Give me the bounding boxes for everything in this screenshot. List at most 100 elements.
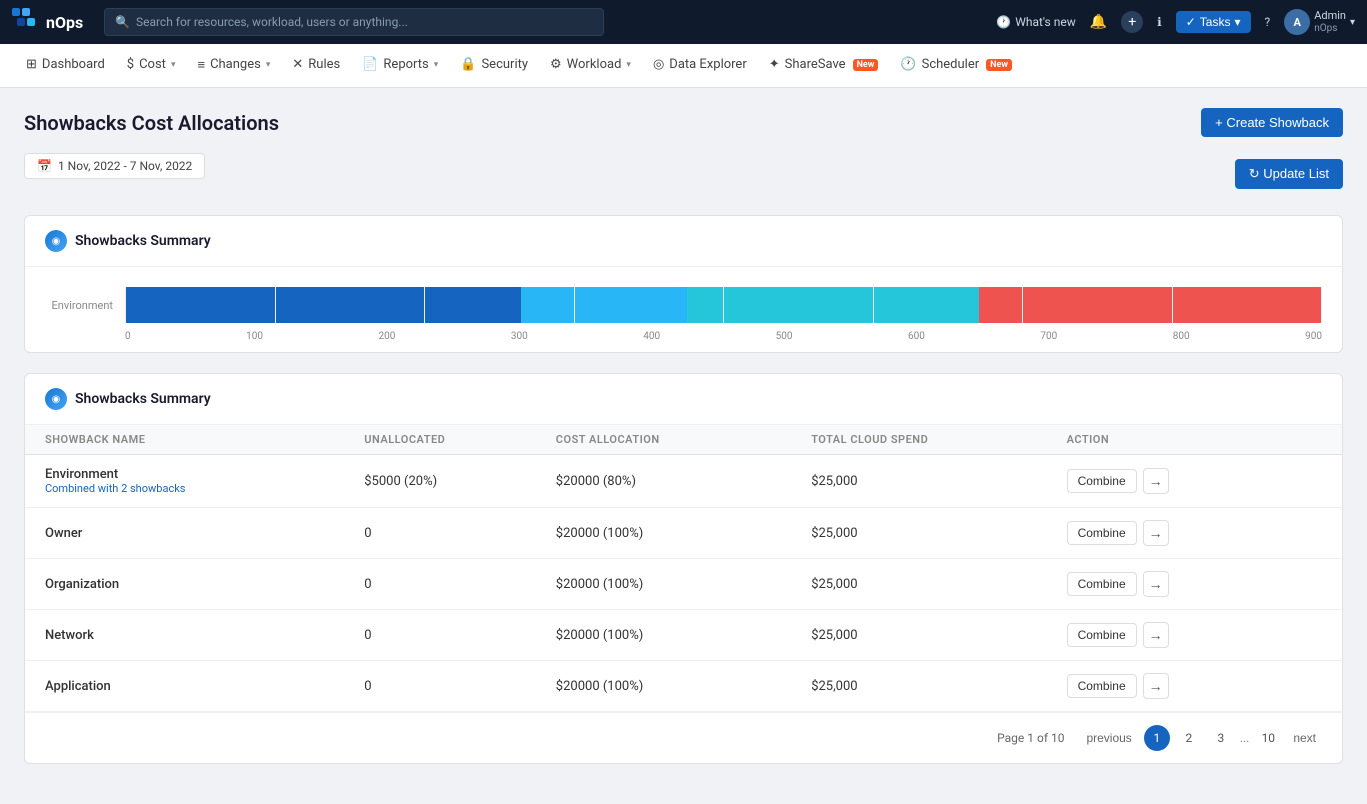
notification-btn[interactable]: 🔔	[1090, 14, 1107, 30]
cell-action-environment: Combine →	[1067, 468, 1322, 494]
date-range-selector[interactable]: 📅 1 Nov, 2022 - 7 Nov, 2022	[24, 153, 205, 179]
top-navigation: nOps 🔍 Search for resources, workload, u…	[0, 0, 1367, 44]
create-showback-button[interactable]: + Create Showback	[1201, 108, 1343, 137]
next-button[interactable]: next	[1287, 729, 1322, 747]
dashboard-icon: ⊞	[26, 57, 37, 72]
table-row: Owner 0 $20000 (100%) $25,000 Combine →	[25, 508, 1342, 559]
page-num-10[interactable]: 10	[1255, 725, 1281, 751]
cell-action-organization: Combine →	[1067, 571, 1322, 597]
bar-segment-blue	[125, 287, 521, 323]
combine-button-application[interactable]: Combine	[1067, 674, 1137, 698]
date-range-text: 1 Nov, 2022 - 7 Nov, 2022	[58, 159, 192, 173]
previous-button[interactable]: previous	[1080, 729, 1137, 747]
cell-cost-owner: $20000 (100%)	[556, 526, 811, 541]
menu-label-cost: Cost	[139, 57, 166, 72]
summary-icon: ◉	[52, 394, 61, 405]
cell-spend-network: $25,000	[811, 628, 1066, 643]
cell-spend-owner: $25,000	[811, 526, 1066, 541]
menu-label-reports: Reports	[383, 57, 428, 72]
summary-section-icon: ◉	[45, 388, 67, 410]
cost-caret: ▾	[171, 60, 176, 70]
search-icon: 🔍	[115, 15, 130, 29]
info-btn[interactable]: ℹ	[1157, 15, 1162, 29]
user-caret: ▾	[1350, 17, 1355, 28]
workload-icon: ⚙	[550, 57, 562, 72]
col-showback-name: SHOWBACK NAME	[45, 433, 364, 446]
combine-button-environment[interactable]: Combine	[1067, 469, 1137, 493]
logo[interactable]: nOps	[12, 8, 92, 36]
nav-right-actions: 🕐 What's new 🔔 + ℹ ✓ Tasks ▾ ? A Admin n…	[996, 9, 1355, 35]
page-num-3[interactable]: 3	[1208, 725, 1234, 751]
tasks-button[interactable]: ✓ Tasks ▾	[1176, 11, 1251, 33]
calendar-icon: 📅	[37, 159, 52, 173]
help-icon: ?	[1265, 15, 1271, 29]
cell-unallocated-network: 0	[364, 628, 556, 643]
menu-label-workload: Workload	[567, 57, 622, 72]
combine-button-owner[interactable]: Combine	[1067, 521, 1137, 545]
combine-button-network[interactable]: Combine	[1067, 623, 1137, 647]
menu-label-scheduler: Scheduler	[922, 57, 980, 72]
bar-segment-red	[979, 287, 1322, 323]
menu-item-scheduler[interactable]: 🕐 Scheduler New	[890, 44, 1022, 88]
rules-icon: ✕	[292, 57, 303, 72]
page-num-1[interactable]: 1	[1144, 725, 1170, 751]
table-row: Environment Combined with 2 showbacks $5…	[25, 455, 1342, 508]
cell-spend-environment: $25,000	[811, 474, 1066, 489]
reports-icon: 📄	[362, 57, 378, 72]
bar-segment-teal	[687, 287, 978, 323]
x-tick-300: 300	[511, 331, 528, 342]
chart-x-axis: 0 100 200 300 400 500 600 700 800 900	[125, 331, 1322, 342]
cell-unallocated-application: 0	[364, 679, 556, 694]
x-tick-500: 500	[776, 331, 793, 342]
help-btn[interactable]: ?	[1265, 15, 1271, 29]
arrow-button-network[interactable]: →	[1143, 622, 1169, 648]
sharesave-icon: ✦	[769, 57, 780, 72]
col-cost-allocation: COST ALLOCATION	[556, 433, 811, 446]
page-dots: ...	[1240, 731, 1250, 745]
x-tick-100: 100	[246, 331, 263, 342]
combined-link-environment[interactable]: Combined with 2 showbacks	[45, 482, 364, 495]
arrow-button-organization[interactable]: →	[1143, 571, 1169, 597]
menu-item-workload[interactable]: ⚙ Workload ▾	[540, 44, 641, 88]
pagination: Page 1 of 10 previous 1 2 3 ... 10 next	[25, 712, 1342, 763]
arrow-button-application[interactable]: →	[1143, 673, 1169, 699]
stacked-bar	[125, 287, 1322, 323]
menu-label-dashboard: Dashboard	[42, 57, 105, 72]
whats-new-btn[interactable]: 🕐 What's new	[996, 15, 1075, 29]
menu-item-rules[interactable]: ✕ Rules	[282, 44, 350, 88]
chart-title: Showbacks Summary	[75, 233, 211, 249]
summary-table-card: ◉ Showbacks Summary SHOWBACK NAME UNALLO…	[24, 373, 1343, 764]
cell-cost-network: $20000 (100%)	[556, 628, 811, 643]
menu-item-reports[interactable]: 📄 Reports ▾	[352, 44, 448, 88]
x-tick-900: 900	[1305, 331, 1322, 342]
summary-title: Showbacks Summary	[75, 391, 211, 407]
menu-item-sharesave[interactable]: ✦ ShareSave New	[759, 44, 889, 88]
search-bar[interactable]: 🔍 Search for resources, workload, users …	[104, 8, 604, 36]
cell-action-network: Combine →	[1067, 622, 1322, 648]
menu-item-changes[interactable]: ≡ Changes ▾	[187, 44, 280, 88]
menu-item-dashboard[interactable]: ⊞ Dashboard	[16, 44, 115, 88]
update-list-button[interactable]: ↻ Update List	[1235, 159, 1343, 189]
combine-button-organization[interactable]: Combine	[1067, 572, 1137, 596]
add-btn[interactable]: +	[1121, 11, 1143, 33]
menu-item-security[interactable]: 🔒 Security	[450, 44, 538, 88]
page-num-2[interactable]: 2	[1176, 725, 1202, 751]
cell-name-environment: Environment Combined with 2 showbacks	[45, 467, 364, 495]
admin-sub: nOps	[1314, 23, 1346, 35]
cell-unallocated-environment: $5000 (20%)	[364, 474, 556, 489]
cell-unallocated-owner: 0	[364, 526, 556, 541]
arrow-button-environment[interactable]: →	[1143, 468, 1169, 494]
user-menu[interactable]: A Admin nOps ▾	[1284, 9, 1355, 35]
menu-item-data-explorer[interactable]: ◎ Data Explorer	[643, 44, 757, 88]
clock-icon: 🕐	[996, 15, 1011, 29]
chart-section-icon: ◉	[45, 230, 67, 252]
page-info: Page 1 of 10	[997, 731, 1064, 745]
menu-label-sharesave: ShareSave	[785, 57, 846, 72]
menu-item-cost[interactable]: $ Cost ▾	[117, 44, 186, 88]
security-icon: 🔒	[460, 57, 476, 72]
cell-spend-application: $25,000	[811, 679, 1066, 694]
chart-icon: ◉	[52, 236, 61, 247]
cell-name-organization: Organization	[45, 577, 364, 592]
arrow-button-owner[interactable]: →	[1143, 520, 1169, 546]
x-tick-0: 0	[125, 331, 131, 342]
